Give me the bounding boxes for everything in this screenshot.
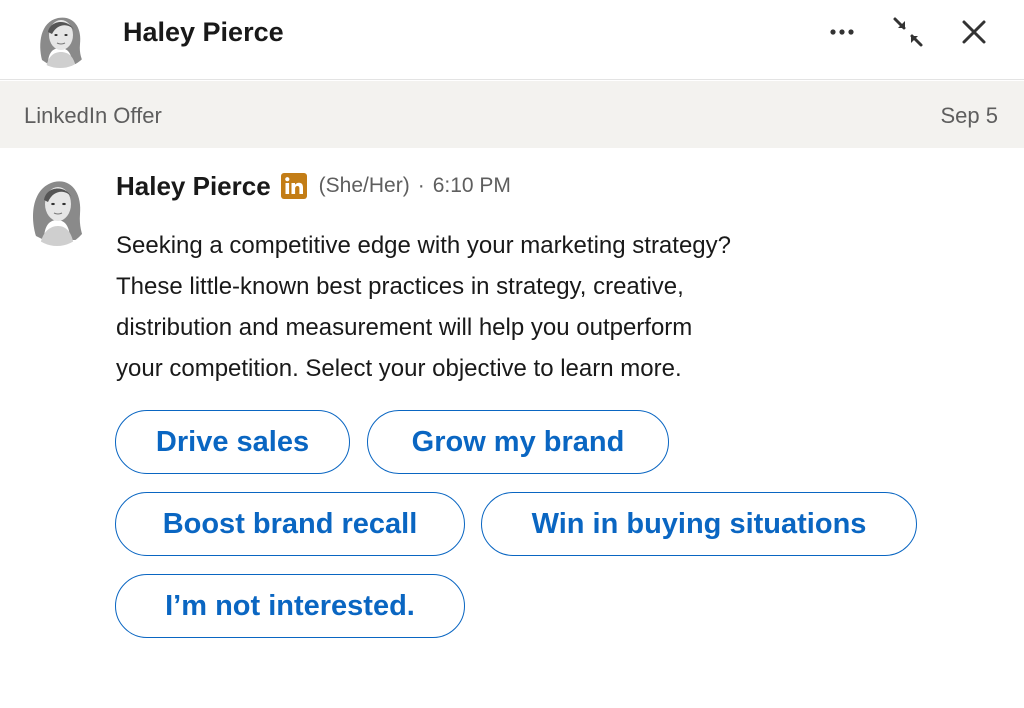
sender-avatar[interactable] [22, 166, 92, 246]
message-body-line: your competition. Select your objective … [116, 355, 682, 382]
header-contact-name[interactable]: Haley Pierce [123, 17, 284, 48]
conversation-subject: LinkedIn Offer [24, 103, 162, 128]
option-boost-brand-recall-button[interactable]: Boost brand recall [115, 492, 465, 556]
more-horizontal-icon [830, 29, 854, 35]
message-body-line: distribution and measurement will help y… [116, 314, 693, 341]
option-drive-sales-button[interactable]: Drive sales [115, 410, 350, 474]
conversation-subject-bar: LinkedIn Offer Sep 5 [0, 81, 1024, 148]
sender-name[interactable]: Haley Pierce [116, 171, 271, 202]
message-body-line: These little-known best practices in str… [116, 273, 684, 300]
linkedin-logo-icon [280, 173, 307, 199]
more-options-button[interactable] [824, 12, 864, 52]
close-button[interactable] [954, 12, 994, 52]
option-win-in-buying-situations-button[interactable]: Win in buying situations [481, 492, 917, 556]
message-time: 6:10 PM [432, 174, 511, 197]
header-avatar[interactable] [28, 4, 92, 68]
close-icon [962, 20, 986, 44]
message-body: Seeking a competitive edge with your mar… [116, 225, 936, 389]
chat-header: Haley Pierce [0, 0, 1024, 80]
minimize-button[interactable] [888, 12, 928, 52]
sender-pronouns: (She/Her) [318, 174, 410, 197]
message-header: Haley Pierce (She/Her) · 6:10 PM [116, 170, 511, 202]
option-not-interested-button[interactable]: I’m not interested. [115, 574, 465, 638]
conversation-date: Sep 5 [940, 103, 999, 128]
minimize-arrows-icon [893, 17, 923, 47]
option-grow-my-brand-button[interactable]: Grow my brand [367, 410, 669, 474]
message-body-line: Seeking a competitive edge with your mar… [116, 232, 731, 259]
meta-separator: · [417, 174, 425, 197]
